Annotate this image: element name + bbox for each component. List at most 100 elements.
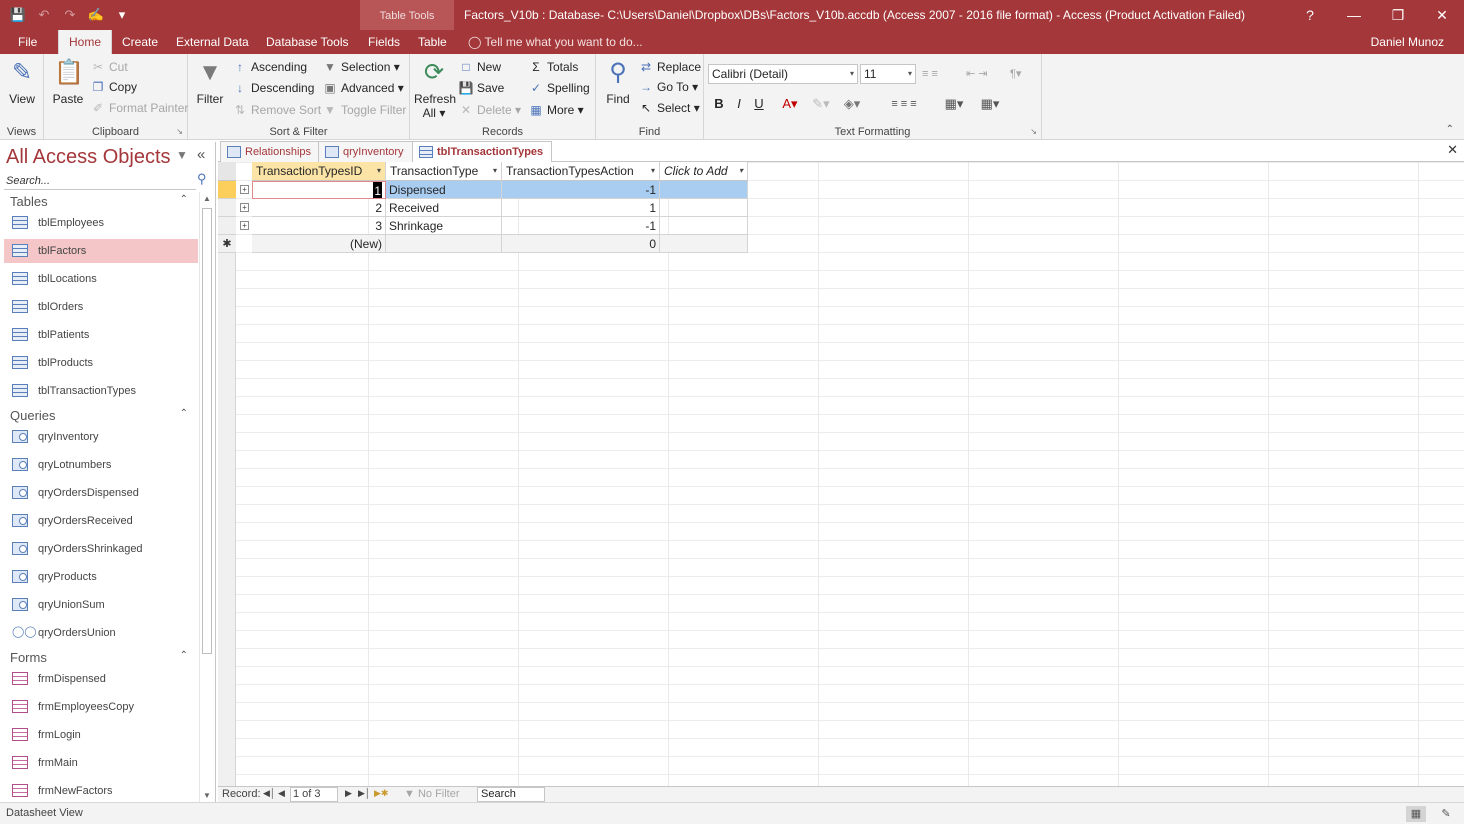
undo-icon[interactable]: ↶ <box>34 5 54 25</box>
next-record-icon[interactable]: ▶ <box>345 788 352 799</box>
format-painter-button[interactable]: ✐ Format Painter <box>90 98 188 118</box>
cell-transactiontype[interactable]: Received <box>386 199 502 217</box>
cell-transactiontype[interactable]: Shrinkage <box>386 217 502 235</box>
touch-mode-icon[interactable]: ✍ <box>86 5 106 25</box>
view-button[interactable]: ✎ View <box>2 58 42 106</box>
more-button[interactable]: ▦ More ▾ <box>528 100 583 120</box>
datasheet-view-icon[interactable]: ▦ <box>1406 806 1426 822</box>
nav-item-tblemployees[interactable]: tblEmployees <box>4 211 198 235</box>
underline-button[interactable]: U <box>750 94 768 114</box>
nav-scrollbar[interactable]: ▲ ▼ <box>199 192 214 802</box>
tab-external-data[interactable]: External Data <box>166 30 259 54</box>
cell-transactiontypesid[interactable]: 1 <box>252 181 386 199</box>
nav-pane-title[interactable]: All Access Objects <box>6 146 171 169</box>
expand-subdatasheet-icon[interactable]: + <box>240 203 249 212</box>
nav-section-forms[interactable]: Forms ⌃ <box>4 650 198 668</box>
cell-transactiontypesaction[interactable]: -1 <box>502 181 660 199</box>
cell-click-to-add[interactable] <box>660 217 748 235</box>
nav-item-frmnewfactors[interactable]: frmNewFactors <box>4 779 198 802</box>
replace-button[interactable]: ⇄ Replace <box>638 57 701 77</box>
paste-button[interactable]: 📋 Paste <box>48 58 88 106</box>
record-selector[interactable] <box>218 181 236 199</box>
minimize-button[interactable]: — <box>1332 0 1376 30</box>
tab-database-tools[interactable]: Database Tools <box>256 30 359 54</box>
tab-table[interactable]: Table <box>408 30 457 54</box>
column-header-transactiontype[interactable]: TransactionType ▾ <box>386 162 502 181</box>
redo-icon[interactable]: ↷ <box>60 5 80 25</box>
nav-item-frmdispensed[interactable]: frmDispensed <box>4 667 198 691</box>
scroll-up-icon[interactable]: ▲ <box>203 194 211 203</box>
select-button[interactable]: ↖ Select ▾ <box>638 98 700 118</box>
cell-click-to-add[interactable] <box>660 199 748 217</box>
column-header-transactiontypesaction[interactable]: TransactionTypesAction ▾ <box>502 162 660 181</box>
column-header-transactiontypesid[interactable]: TransactionTypesID ▾ <box>252 162 386 181</box>
table-row[interactable]: + 1 Dispensed -1 <box>218 181 748 199</box>
current-record-input[interactable]: 1 of 3 <box>290 787 338 802</box>
previous-record-icon[interactable]: ◀ <box>278 788 285 799</box>
goto-button[interactable]: → Go To ▾ <box>638 77 698 97</box>
highlight-button[interactable]: ✎▾ <box>808 94 834 114</box>
gridlines-button[interactable]: ▦▾ <box>976 94 1004 114</box>
scroll-thumb[interactable] <box>202 208 212 654</box>
nav-item-frmmain[interactable]: frmMain <box>4 751 198 775</box>
new-record-asterisk-icon[interactable]: ✱ <box>218 235 236 253</box>
column-header-click-to-add[interactable]: Click to Add ▾ <box>660 162 748 181</box>
shutter-bar-icon[interactable]: « <box>197 146 205 163</box>
paragraph-direction-button[interactable]: ¶▾ <box>1010 64 1021 84</box>
new-record-button[interactable]: □ New <box>458 57 501 77</box>
cell-transactiontype[interactable]: Dispensed <box>386 181 502 199</box>
cell-click-to-add[interactable] <box>660 181 748 199</box>
doc-tab-tbltransactiontypes[interactable]: tblTransactionTypes <box>412 141 553 163</box>
new-record-row[interactable]: ✱ (New) 0 <box>218 235 748 253</box>
first-record-icon[interactable]: ◀│ <box>263 788 276 799</box>
record-search-input[interactable]: Search <box>477 787 545 802</box>
ascending-button[interactable]: ↑ Ascending <box>232 57 307 77</box>
table-row[interactable]: + 3 Shrinkage -1 <box>218 217 748 235</box>
indent-buttons[interactable]: ⇤ ⇥ <box>966 64 988 84</box>
refresh-all-button[interactable]: ⟳ Refresh All ▾ <box>414 58 456 120</box>
tab-fields[interactable]: Fields <box>358 30 410 54</box>
cell-transactiontypesaction[interactable]: 1 <box>502 199 660 217</box>
chevron-down-icon[interactable]: ▾ <box>377 162 381 180</box>
nav-item-qryunionsum[interactable]: qryUnionSum <box>4 593 198 617</box>
italic-button[interactable]: I <box>730 94 748 114</box>
nav-menu-icon[interactable]: ▼ <box>176 148 188 162</box>
collapse-ribbon-icon[interactable]: ⌃ <box>1446 124 1454 135</box>
selection-button[interactable]: ▼ Selection ▾ <box>322 57 400 77</box>
nav-item-tblorders[interactable]: tblOrders <box>4 295 198 319</box>
font-color-button[interactable]: A▾ <box>776 94 804 114</box>
select-all-corner[interactable] <box>218 162 236 181</box>
user-name[interactable]: Daniel Munoz <box>1371 30 1444 54</box>
bold-button[interactable]: B <box>710 94 728 114</box>
find-button[interactable]: ⚲ Find <box>598 58 638 106</box>
advanced-button[interactable]: ▣ Advanced ▾ <box>322 78 403 98</box>
totals-button[interactable]: Σ Totals <box>528 57 578 77</box>
scroll-down-icon[interactable]: ▼ <box>203 791 211 800</box>
nav-item-qryordersreceived[interactable]: qryOrdersReceived <box>4 509 198 533</box>
tab-create[interactable]: Create <box>112 30 168 54</box>
tell-me-box[interactable]: ◯ Tell me what you want to do... <box>468 30 643 54</box>
toggle-filter-button[interactable]: ▼ Toggle Filter <box>322 100 406 120</box>
align-buttons[interactable]: ≡ ≡ ≡ <box>874 94 934 114</box>
nav-item-frmlogin[interactable]: frmLogin <box>4 723 198 747</box>
nav-item-tblproducts[interactable]: tblProducts <box>4 351 198 375</box>
expand-subdatasheet-icon[interactable]: + <box>240 221 249 230</box>
record-selector[interactable] <box>218 199 236 217</box>
cut-button[interactable]: ✂ Cut <box>90 57 128 77</box>
delete-record-button[interactable]: ✕ Delete ▾ <box>458 100 521 120</box>
nav-section-queries[interactable]: Queries ⌃ <box>4 408 198 426</box>
nav-section-tables[interactable]: Tables ⌃ <box>4 194 198 212</box>
dialog-launcher-icon[interactable]: ↘ <box>1030 127 1037 136</box>
customize-qat-icon[interactable]: ▾ <box>112 5 132 25</box>
cell-click-to-add[interactable] <box>660 235 748 253</box>
font-size-select[interactable]: 11 ▾ <box>860 64 916 84</box>
descending-button[interactable]: ↓ Descending <box>232 78 314 98</box>
help-button[interactable]: ? <box>1288 0 1332 30</box>
cell-transactiontypesid[interactable]: (New) <box>252 235 386 253</box>
nav-item-qryordersdispensed[interactable]: qryOrdersDispensed <box>4 481 198 505</box>
save-icon[interactable]: 💾 <box>8 5 28 25</box>
cell-transactiontypesaction[interactable]: -1 <box>502 217 660 235</box>
nav-search-input[interactable]: Search... <box>4 172 196 190</box>
tab-home[interactable]: Home <box>58 30 113 54</box>
chevron-down-icon[interactable]: ▾ <box>739 162 743 180</box>
